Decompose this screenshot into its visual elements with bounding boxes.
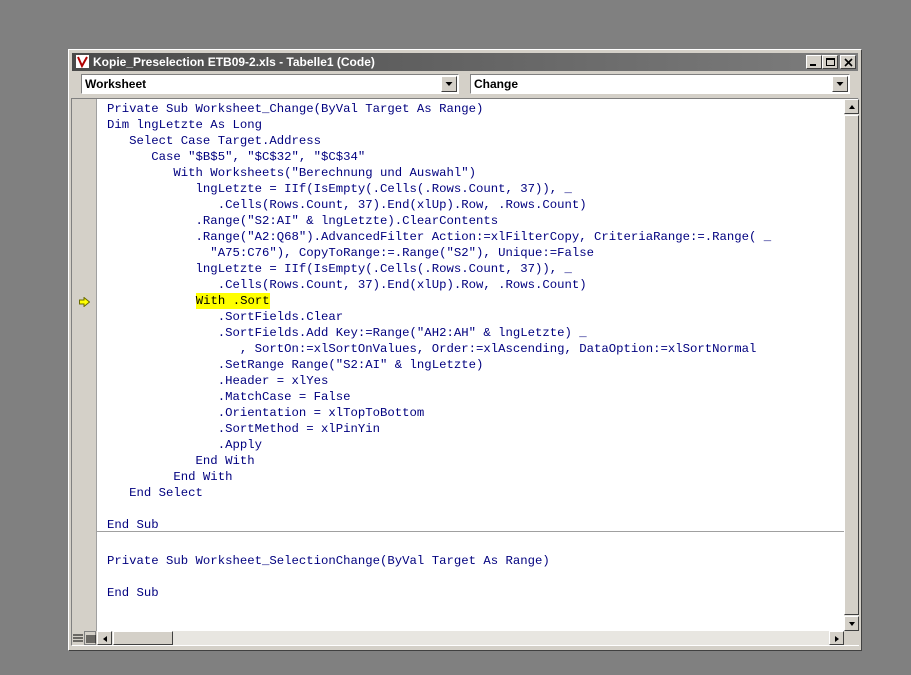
code-line[interactable]: lngLetzte = IIf(IsEmpty(.Cells(.Rows.Cou… bbox=[107, 181, 572, 197]
arrow-up-icon bbox=[849, 105, 855, 109]
code-line[interactable]: .Header = xlYes bbox=[107, 373, 329, 389]
view-buttons bbox=[72, 631, 97, 645]
code-window: Kopie_Preselection ETB09-2.xls - Tabelle… bbox=[68, 49, 862, 651]
window-title: Kopie_Preselection ETB09-2.xls - Tabelle… bbox=[93, 55, 375, 69]
close-icon bbox=[844, 58, 853, 67]
code-pane[interactable]: Private Sub Worksheet_Change(ByVal Targe… bbox=[97, 99, 844, 631]
horizontal-scroll-thumb[interactable] bbox=[113, 631, 173, 645]
scroll-left-button[interactable] bbox=[97, 631, 112, 645]
code-line[interactable]: "A75:C76"), CopyToRange:=.Range("S2"), U… bbox=[107, 245, 594, 261]
scroll-up-button[interactable] bbox=[844, 99, 859, 114]
arrow-right-icon bbox=[835, 636, 839, 642]
execution-arrow-icon bbox=[79, 297, 90, 307]
code-line[interactable]: , SortOn:=xlSortOnValues, Order:=xlAscen… bbox=[107, 341, 757, 357]
code-line[interactable]: .SortFields.Clear bbox=[107, 309, 343, 325]
title-bar[interactable]: Kopie_Preselection ETB09-2.xls - Tabelle… bbox=[72, 53, 858, 71]
code-line[interactable]: Dim lngLetzte As Long bbox=[107, 117, 262, 133]
maximize-button[interactable] bbox=[822, 55, 838, 69]
scrollbar-corner bbox=[844, 631, 859, 645]
full-module-view-button[interactable] bbox=[84, 631, 96, 645]
scroll-down-button[interactable] bbox=[844, 616, 859, 631]
procedure-view-button[interactable] bbox=[72, 631, 84, 645]
vba-code-window-icon bbox=[76, 55, 89, 68]
minimize-button[interactable] bbox=[806, 55, 822, 69]
chevron-down-icon bbox=[445, 82, 453, 86]
minimize-icon bbox=[810, 64, 816, 66]
procedure-separator bbox=[97, 531, 844, 532]
procedure-view-icon bbox=[73, 634, 83, 642]
code-line[interactable]: lngLetzte = IIf(IsEmpty(.Cells(.Rows.Cou… bbox=[107, 261, 572, 277]
vertical-scroll-thumb[interactable] bbox=[844, 115, 859, 615]
maximize-icon bbox=[826, 58, 835, 66]
object-dropdown-value: Worksheet bbox=[85, 77, 147, 91]
procedure-dropdown-value: Change bbox=[474, 77, 519, 91]
code-line[interactable]: .Orientation = xlTopToBottom bbox=[107, 405, 425, 421]
code-line[interactable]: End With bbox=[107, 469, 232, 485]
code-line[interactable]: .MatchCase = False bbox=[107, 389, 351, 405]
code-line[interactable]: End Select bbox=[107, 485, 203, 501]
code-line-current-execution[interactable]: With .Sort bbox=[195, 293, 270, 309]
code-line[interactable]: .Range("A2:Q68").AdvancedFilter Action:=… bbox=[107, 229, 772, 245]
code-line[interactable]: .SortFields.Add Key:=Range("AH2:AH" & ln… bbox=[107, 325, 587, 341]
full-module-view-icon bbox=[86, 635, 96, 643]
code-line[interactable]: End Sub bbox=[107, 517, 159, 533]
code-line[interactable]: With Worksheets("Berechnung und Auswahl"… bbox=[107, 165, 476, 181]
code-line[interactable]: End With bbox=[107, 453, 255, 469]
code-line[interactable]: Select Case Target.Address bbox=[107, 133, 321, 149]
object-dropdown[interactable]: Worksheet bbox=[81, 74, 459, 94]
vertical-scrollbar[interactable] bbox=[844, 99, 859, 631]
object-dropdown-button[interactable] bbox=[441, 76, 457, 92]
close-button[interactable] bbox=[840, 55, 856, 69]
code-line[interactable]: End Sub bbox=[107, 585, 159, 601]
scroll-right-button[interactable] bbox=[829, 631, 844, 645]
margin-indicator-bar[interactable] bbox=[72, 99, 97, 631]
code-editor: Private Sub Worksheet_Change(ByVal Targe… bbox=[71, 98, 859, 646]
code-line[interactable]: .Cells(Rows.Count, 37).End(xlUp).Row, .R… bbox=[107, 197, 587, 213]
arrow-down-icon bbox=[849, 622, 855, 626]
chevron-down-icon bbox=[836, 82, 844, 86]
code-line[interactable]: Private Sub Worksheet_Change(ByVal Targe… bbox=[107, 101, 483, 117]
procedure-dropdown-button[interactable] bbox=[832, 76, 848, 92]
horizontal-scrollbar[interactable] bbox=[97, 631, 844, 645]
code-line[interactable]: .Apply bbox=[107, 437, 262, 453]
procedure-dropdown[interactable]: Change bbox=[470, 74, 850, 94]
arrow-left-icon bbox=[103, 636, 107, 642]
code-line[interactable]: .SortMethod = xlPinYin bbox=[107, 421, 380, 437]
code-line[interactable]: .SetRange Range("S2:AI" & lngLetzte) bbox=[107, 357, 484, 373]
code-line[interactable]: .Cells(Rows.Count, 37).End(xlUp).Row, .R… bbox=[107, 277, 587, 293]
code-line[interactable]: .Range("S2:AI" & lngLetzte).ClearContent… bbox=[107, 213, 499, 229]
code-line[interactable]: Case "$B$5", "$C$32", "$C$34" bbox=[107, 149, 365, 165]
code-line[interactable]: Private Sub Worksheet_SelectionChange(By… bbox=[107, 553, 550, 569]
